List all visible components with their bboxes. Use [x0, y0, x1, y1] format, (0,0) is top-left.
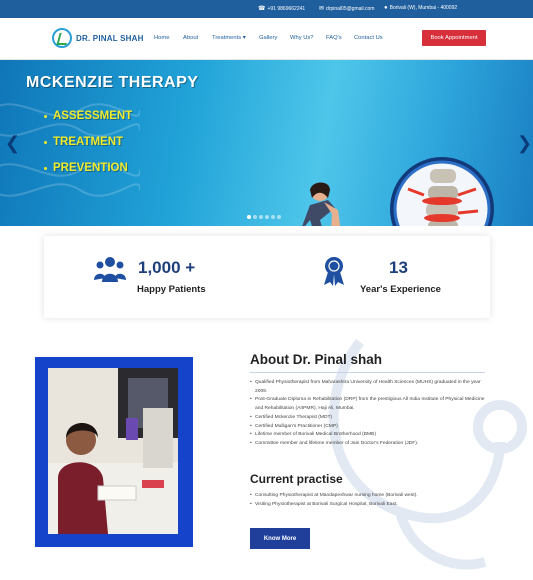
list-item: Post-Graduate Diploma in Rehabilitation …: [250, 396, 490, 413]
award-ribbon-icon: [324, 257, 344, 286]
stats-card: 1,000 + Happy Patients 13 Year's Experie…: [44, 236, 490, 318]
hero-bullet: ASSESSMENT: [44, 110, 132, 122]
therapy-illustration: [302, 182, 341, 226]
about-list: Qualified Physiotherapist from Maharasht…: [250, 379, 490, 449]
list-item: Consulting Physiotherapist at Mandapeshw…: [250, 492, 490, 501]
experience-label: Year's Experience: [360, 284, 441, 295]
phone-icon: ☎: [258, 6, 266, 12]
mail-icon: ✉: [319, 6, 325, 12]
location-contact: ● Borivali (W), Mumbai - 400092: [384, 5, 457, 11]
phone-contact[interactable]: ☎ +91 9869662241: [258, 5, 306, 13]
email-text: drpinal05@gmail.com: [326, 5, 375, 12]
nav-contact[interactable]: Contact Us: [354, 35, 383, 41]
slider-dot[interactable]: [247, 215, 251, 219]
logo[interactable]: DR. PINAL SHAH: [52, 28, 144, 48]
nav-about[interactable]: About: [183, 35, 198, 41]
hero-bullets: ASSESSMENT TREATMENT PREVENTION: [44, 110, 132, 188]
chevron-down-icon: ▾: [242, 35, 246, 41]
hero-slider: MCKENZIE THERAPY ASSESSMENT TREATMENT PR…: [0, 60, 533, 226]
list-item: Certified Mckenzie Therapist (MDT): [250, 414, 490, 423]
nav-treatments[interactable]: Treatments ▾: [212, 35, 246, 41]
hero-title: MCKENZIE THERAPY: [26, 74, 199, 91]
slider-dot[interactable]: [253, 215, 257, 219]
patients-count: 1,000 +: [138, 258, 196, 277]
site-header: DR. PINAL SHAH Home About Treatments ▾ G…: [0, 18, 533, 60]
nav-why-us[interactable]: Why Us?: [290, 35, 314, 41]
slider-dot[interactable]: [259, 215, 263, 219]
list-item: Visiting Physiotherapist at Borivali Sur…: [250, 501, 490, 510]
location-pin-icon: ●: [384, 5, 388, 11]
slider-dot[interactable]: [265, 215, 269, 219]
chevron-right-icon[interactable]: ❯: [517, 133, 532, 154]
people-group-icon: [94, 257, 126, 282]
slider-dot[interactable]: [271, 215, 275, 219]
doctor-photo: [48, 368, 178, 534]
current-practise-list: Consulting Physiotherapist at Mandapeshw…: [250, 492, 490, 509]
nav-faqs[interactable]: FAQ's: [326, 35, 342, 41]
list-item: Lifetime member of Borivali Medical Brot…: [250, 431, 490, 440]
slider-dot[interactable]: [277, 215, 281, 219]
about-title: About Dr. Pinal shah: [250, 352, 383, 367]
stethoscope-watermark-icon: [328, 338, 527, 570]
know-more-button[interactable]: Know More: [250, 528, 310, 549]
top-contact-bar: ☎ +91 9869662241 ✉ drpinal05@gmail.com ●…: [0, 0, 533, 18]
about-divider: [250, 372, 485, 373]
hero-bullet: PREVENTION: [44, 162, 132, 174]
nav-treatments-label: Treatments: [212, 35, 242, 41]
chevron-left-icon[interactable]: ❮: [5, 133, 20, 154]
logo-text: DR. PINAL SHAH: [76, 33, 144, 43]
logo-mark-icon: [52, 28, 72, 48]
location-text: Borivali (W), Mumbai - 400092: [389, 5, 458, 11]
hero-bullet: TREATMENT: [44, 136, 132, 148]
slider-dots: [247, 215, 281, 219]
phone-text: +91 9869662241: [267, 5, 306, 12]
list-item: Certified Mulligan's Practitioner (CMP): [250, 423, 490, 432]
patients-label: Happy Patients: [137, 284, 206, 295]
nav-home[interactable]: Home: [154, 35, 169, 41]
experience-count: 13: [389, 258, 408, 277]
list-item: Qualified Physiotherapist from Maharasht…: [250, 379, 490, 396]
nav-gallery[interactable]: Gallery: [259, 35, 277, 41]
list-item: Committee member and lifetime member of …: [250, 440, 490, 449]
current-practise-title: Current practise: [250, 472, 343, 486]
spine-illustration: [390, 157, 494, 226]
email-contact[interactable]: ✉ drpinal05@gmail.com: [319, 5, 375, 13]
book-appointment-button[interactable]: Book Appointment: [422, 30, 486, 46]
